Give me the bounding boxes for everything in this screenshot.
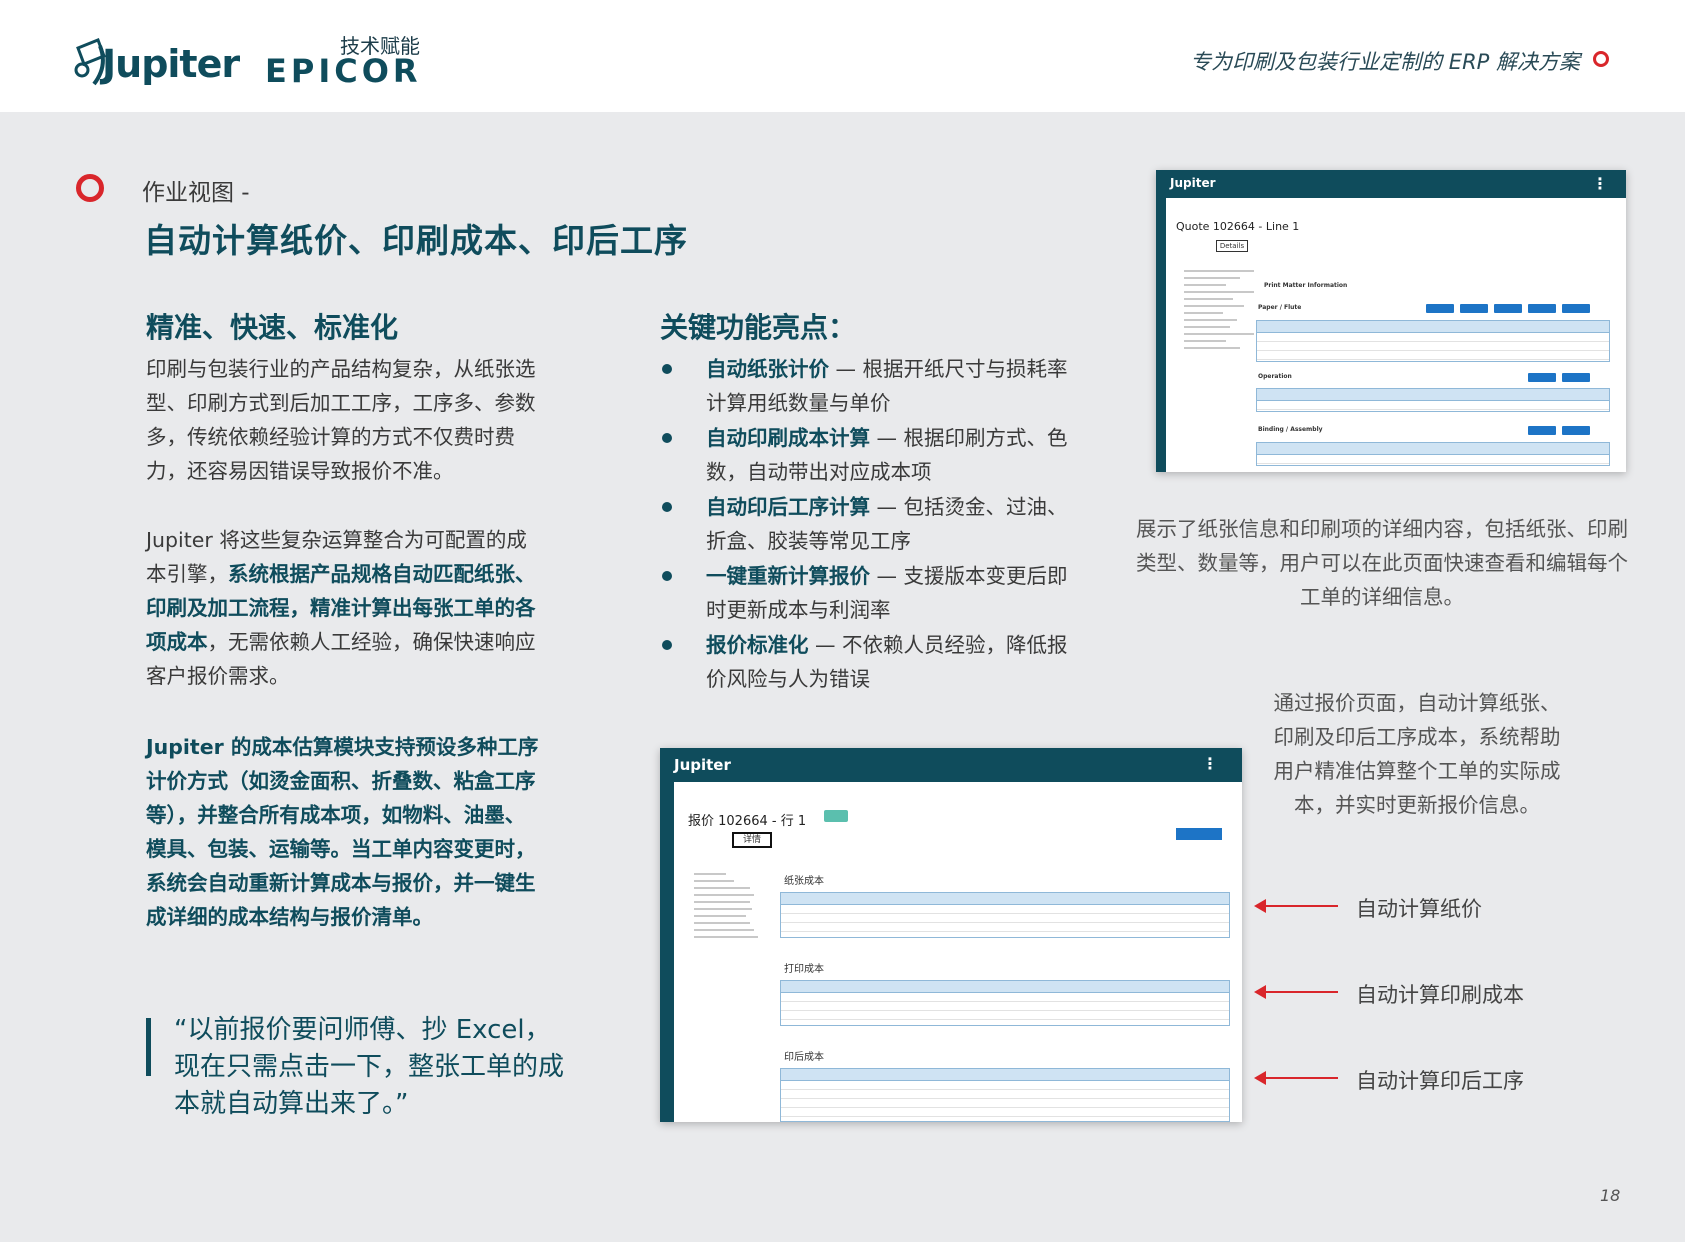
app-sidebar <box>1156 198 1166 472</box>
arrow-left-icon <box>1254 899 1338 913</box>
arrow-label-post: 自动计算印后工序 <box>1356 1069 1524 1093</box>
header-tagline: 专为印刷及包装行业定制的 ERP 解决方案 <box>1190 50 1580 74</box>
feature-title: 报价标准化 <box>706 633 809 657</box>
section-title: 自动计算纸价、印刷成本、印后工序 <box>144 221 688 260</box>
binding-grid <box>1256 442 1610 466</box>
feature-list: 自动纸张计价 — 根据开纸尺寸与损耗率计算用纸数量与单价 自动印刷成本计算 — … <box>660 352 1080 697</box>
quote-title: Quote 102664 - Line 1 <box>1176 220 1300 233</box>
app-brand: Jupiter <box>1170 176 1216 190</box>
bullet-icon <box>662 571 672 581</box>
operation-grid <box>1256 388 1610 412</box>
quote-title: 报价 102664 - 行 1 <box>688 814 807 829</box>
feature-title: 一键重新计算报价 <box>706 564 870 588</box>
jupiter-logo-text: Jupiter <box>102 42 240 86</box>
add-binding-button[interactable] <box>1528 426 1556 435</box>
left-paragraph-1: 印刷与包装行业的产品结构复杂，从纸张选型、印刷方式到后加工工序，工序多、参数多，… <box>146 357 536 483</box>
bullet-icon <box>662 433 672 443</box>
quote-screenshot-en: Jupiter ⋮ Quote 102664 - Line 1 Details … <box>1156 170 1626 472</box>
tab-details[interactable]: 详情 <box>732 832 772 848</box>
detail-tree <box>694 868 774 943</box>
section-subtitle: 作业视图 - <box>142 180 250 206</box>
customer-quote: “以前报价要问师傅、抄 Excel，现在只需点击一下，整张工单的成本就自动算出来… <box>174 1015 565 1119</box>
screenshot-caption-1: 展示了纸张信息和印刷项的详细内容，包括纸张、印刷类型、数量等，用户可以在此页面快… <box>1136 517 1628 609</box>
feature-item: 一键重新计算报价 — 支援版本变更后即时更新成本与利润率 <box>660 559 1080 627</box>
jupiter-logo: Jupiter <box>70 30 240 94</box>
bullet-icon <box>662 364 672 374</box>
bullet-icon <box>662 640 672 650</box>
feature-title: 自动印刷成本计算 <box>706 426 870 450</box>
paper-section-label: Paper / Flute <box>1258 304 1302 311</box>
add-paper-button[interactable] <box>1426 304 1454 313</box>
print-matter-label: Print Matter Information <box>1264 282 1348 289</box>
paper-cost-label: 纸张成本 <box>784 876 824 887</box>
feature-item: 自动纸张计价 — 根据开纸尺寸与损耗率计算用纸数量与单价 <box>660 352 1080 420</box>
screenshot-caption-2: 通过报价页面，自动计算纸张、印刷及印后工序成本，系统帮助用户精准估算整个工单的实… <box>1273 691 1561 817</box>
feature-item: 自动印后工序计算 — 包括烫金、过油、折盒、胶装等常见工序 <box>660 490 1080 558</box>
feature-item: 报价标准化 — 不依赖人员经验，降低报价风险与人为错误 <box>660 628 1080 696</box>
feature-title: 自动印后工序计算 <box>706 495 870 519</box>
app-brand: Jupiter <box>674 756 731 774</box>
action-button[interactable] <box>1176 828 1222 840</box>
feature-item: 自动印刷成本计算 — 根据印刷方式、色数，自动带出对应成本项 <box>660 421 1080 489</box>
post-cost-grid <box>780 1068 1230 1122</box>
post-cost-label: 印后成本 <box>784 1052 824 1063</box>
more-menu-icon[interactable]: ⋮ <box>1592 174 1608 193</box>
paper-grid <box>1256 320 1610 362</box>
paper-cost-grid <box>780 892 1230 938</box>
arrow-left-icon <box>1254 985 1338 999</box>
operation-section-label: Operation <box>1258 373 1292 380</box>
quote-bar <box>146 1018 151 1076</box>
app-topbar: Jupiter ⋮ <box>660 748 1242 782</box>
status-badge <box>824 810 848 822</box>
arrow-left-icon <box>1254 1071 1338 1085</box>
feature-title: 自动纸张计价 <box>706 357 829 381</box>
left-paragraph-2: Jupiter 将这些复杂运算整合为可配置的成本引擎，系统根据产品规格自动匹配纸… <box>146 523 544 693</box>
delete-binding-button[interactable] <box>1562 426 1590 435</box>
arrow-label-print: 自动计算印刷成本 <box>1356 983 1524 1007</box>
arrow-label-paper: 自动计算纸价 <box>1356 897 1482 921</box>
app-sidebar <box>660 782 674 1122</box>
binding-section-label: Binding / Assembly <box>1258 426 1323 433</box>
page-header: Jupiter 技术赋能 EPICOR 专为印刷及包装行业定制的 ERP 解决方… <box>0 0 1685 112</box>
detail-tree <box>1184 265 1254 354</box>
left-heading: 精准、快速、标准化 <box>146 311 399 344</box>
print-cost-grid <box>780 980 1230 1026</box>
save-button[interactable] <box>1528 304 1556 313</box>
add-plastic-button[interactable] <box>1494 304 1522 313</box>
delete-button[interactable] <box>1562 304 1590 313</box>
quote-screenshot-zh: Jupiter ⋮ 报价 102664 - 行 1 详情 纸张成本 打印成本 印… <box>660 748 1242 1122</box>
page-number: 18 <box>1600 1186 1621 1205</box>
add-operation-button[interactable] <box>1528 373 1556 382</box>
section-circle-icon <box>76 174 104 202</box>
features-heading: 关键功能亮点： <box>660 311 857 344</box>
print-cost-label: 打印成本 <box>784 964 824 975</box>
left-paragraph-3: Jupiter 的成本估算模块支持预设多种工序计价方式（如烫金面积、折叠数、粘盒… <box>146 735 539 929</box>
epicor-logo: EPICOR <box>265 52 422 90</box>
more-menu-icon[interactable]: ⋮ <box>1202 754 1218 773</box>
app-topbar: Jupiter ⋮ <box>1156 170 1626 198</box>
tab-details[interactable]: Details <box>1216 240 1248 252</box>
add-flute-button[interactable] <box>1460 304 1488 313</box>
delete-operation-button[interactable] <box>1562 373 1590 382</box>
tagline-circle-icon <box>1593 51 1609 67</box>
bullet-icon <box>662 502 672 512</box>
